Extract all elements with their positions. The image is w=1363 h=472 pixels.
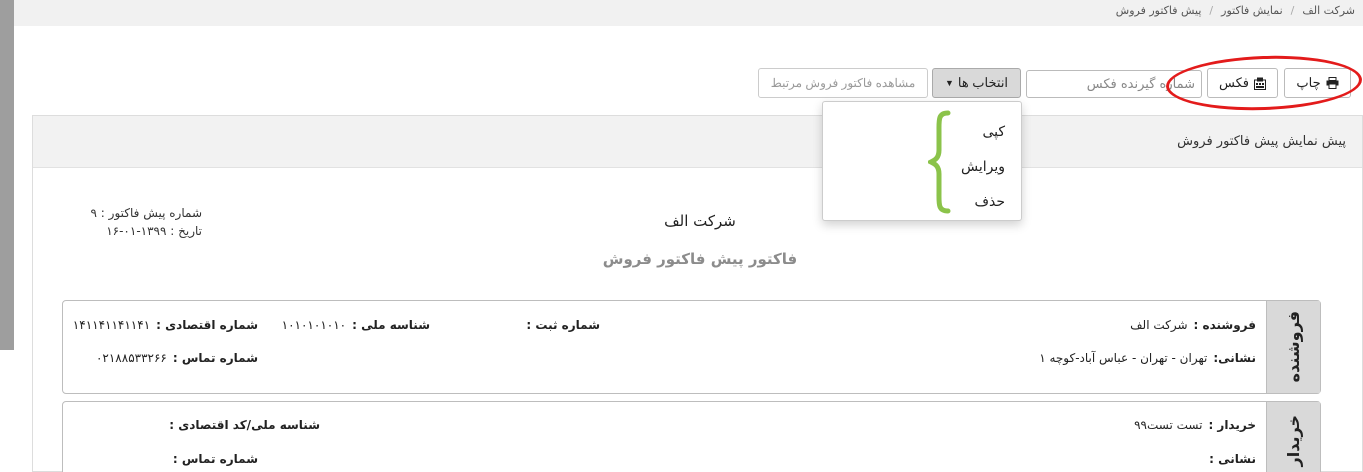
seller-reg-label: شماره ثبت : [526,318,600,332]
invoice-date: تاریخ : ۱۳۹۹-۰۱-۱۶ [106,224,202,238]
invoice-meta: شماره پیش فاکتور : ۹ تاریخ : ۱۳۹۹-۰۱-۱۶ [62,204,202,240]
buyer-name-field: خریدار : تست تست۹۹ [1134,418,1256,432]
menu-item-copy[interactable]: کپی [823,114,1021,149]
seller-reg-field: شماره ثبت : [520,318,600,332]
seller-name-field: فروشنده : شرکت الف [1130,318,1256,332]
fax-button[interactable]: فکس [1207,68,1278,98]
panel-header: پیش نمایش پیش فاکتور فروش [33,116,1362,168]
invoice-title: فاکتور پیش فاکتور فروش [602,250,798,268]
fax-number-input[interactable]: شماره گیرنده فکس [1026,70,1202,98]
menu-item-edit[interactable]: ویرایش [823,149,1021,184]
buyer-tab-label: خریدار [1284,415,1303,467]
buyer-phone-field: شماره تماس : [167,452,258,466]
breadcrumb-item-company[interactable]: شرکت الف [1302,4,1355,17]
left-scroll-strip [0,0,14,350]
selections-dropdown-menu: کپی ویرایش حذف [822,101,1022,221]
print-button[interactable]: چاپ [1284,68,1351,98]
buyer-phone-label: شماره تماس : [172,452,258,466]
buyer-national-label: شناسه ملی/کد اقتصادی : [169,418,320,432]
invoice-number: شماره پیش فاکتور : ۹ [90,206,202,220]
breadcrumb: شرکت الف / نمایش فاکتور / پیش فاکتور فروش [14,0,1363,26]
view-related-invoice-button[interactable]: مشاهده فاکتور فروش مرتبط [758,68,928,98]
fax-icon [1253,77,1266,90]
seller-economic-label: شماره اقتصادی : [156,318,258,332]
seller-box: فروشنده فروشنده : شرکت الف شماره ثبت : شن… [62,300,1321,394]
caret-down-icon: ▼ [944,78,954,88]
buyer-national-field: شناسه ملی/کد اقتصادی : [163,418,320,432]
buyer-name-label: خریدار : [1208,418,1256,432]
seller-address-value: تهران - تهران - عباس آباد-کوچه ۱ [1039,351,1208,365]
seller-address-label: نشانی: [1213,351,1256,365]
seller-national-value: ۱۰۱۰۱۰۱۰۱۰ [281,318,347,332]
print-button-label: چاپ [1296,75,1321,90]
buyer-name-value: تست تست۹۹ [1134,418,1203,432]
curly-brace-annotation [928,110,951,214]
selections-button-label: انتخاب ها [957,75,1009,90]
seller-tab-label: فروشنده [1284,311,1303,383]
seller-national-label: شناسه ملی : [352,318,430,332]
seller-address-field: نشانی: تهران - تهران - عباس آباد-کوچه ۱ [1039,351,1256,365]
seller-name-value: شرکت الف [1130,318,1188,332]
seller-economic-value: ۱۴۱۱۴۱۱۴۱۱۴۱ [72,318,151,332]
menu-item-delete[interactable]: حذف [823,184,1021,219]
breadcrumb-item-current: پیش فاکتور فروش [1115,4,1202,17]
breadcrumb-separator: / [1290,4,1295,17]
company-title: شرکت الف [664,212,736,230]
seller-phone-field: شماره تماس : ۰۲۱۸۸۵۳۳۲۶۶ [96,351,258,365]
breadcrumb-separator: / [1209,4,1214,17]
seller-phone-label: شماره تماس : [172,351,258,365]
seller-name-label: فروشنده : [1193,318,1256,332]
seller-national-field: شناسه ملی : ۱۰۱۰۱۰۱۰۱۰ [282,318,430,332]
seller-economic-field: شماره اقتصادی : ۱۴۱۱۴۱۱۴۱۱۴۱ [73,318,258,332]
buyer-box: خریدار خریدار : تست تست۹۹ شناسه ملی/کد اق… [62,401,1321,472]
buyer-address-label: نشانی : [1209,452,1256,466]
selections-dropdown-button[interactable]: انتخاب ها ▼ [932,68,1021,98]
buyer-address-field: نشانی : [1203,452,1256,466]
seller-phone-value: ۰۲۱۸۸۵۳۳۲۶۶ [95,351,167,365]
fax-button-label: فکس [1219,75,1249,90]
buyer-tab: خریدار [1266,402,1320,472]
seller-tab: فروشنده [1266,301,1320,393]
printer-icon [1326,77,1339,89]
breadcrumb-item-invoices[interactable]: نمایش فاکتور [1221,4,1283,17]
